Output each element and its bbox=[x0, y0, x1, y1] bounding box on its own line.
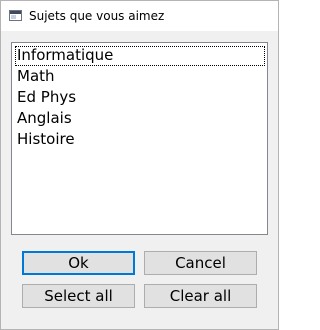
window-title: Sujets que vous aimez bbox=[29, 9, 165, 23]
cancel-button[interactable]: Cancel bbox=[144, 251, 257, 275]
ok-button[interactable]: Ok bbox=[22, 251, 135, 275]
list-item-ed-phys[interactable]: Ed Phys bbox=[15, 88, 265, 108]
list-item-histoire[interactable]: Histoire bbox=[15, 130, 265, 150]
clear-all-button[interactable]: Clear all bbox=[144, 284, 257, 308]
list-item-anglais[interactable]: Anglais bbox=[15, 109, 265, 129]
window-icon bbox=[9, 10, 22, 21]
select-all-button[interactable]: Select all bbox=[22, 284, 135, 308]
list-item-informatique[interactable]: Informatique bbox=[15, 46, 265, 66]
dialog-window: Sujets que vous aimez Informatique Math … bbox=[0, 0, 279, 330]
subjects-listbox[interactable]: Informatique Math Ed Phys Anglais Histoi… bbox=[11, 42, 268, 235]
title-bar[interactable]: Sujets que vous aimez bbox=[1, 1, 278, 31]
list-item-math[interactable]: Math bbox=[15, 67, 265, 87]
